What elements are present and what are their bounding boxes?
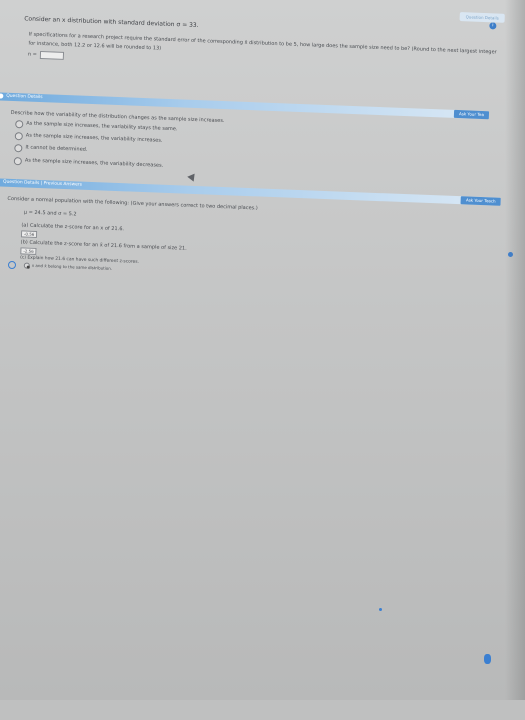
screen-glare-icon <box>8 261 16 269</box>
webassign-page: Question Details i Consider an x distrib… <box>0 0 525 720</box>
photo-background: Question Details i Consider an x distrib… <box>0 0 525 700</box>
question-status-icon <box>0 93 3 98</box>
q6-option-0[interactable]: As the sample size increases, the variab… <box>26 120 177 132</box>
q7-stem: Consider a normal population with the fo… <box>7 196 258 212</box>
q6-title[interactable]: Question Details <box>6 94 42 100</box>
ask-your-teacher-button[interactable]: Ask Your Tea <box>454 110 489 119</box>
q7-part-c-option[interactable]: x and x̄ belong to the same distribution… <box>32 263 112 271</box>
q7-part-a-input[interactable]: -0.56 <box>21 230 38 238</box>
q1-stem: Consider an x distribution with standard… <box>24 15 199 29</box>
q6-option-3[interactable]: As the sample size increases, the variab… <box>25 157 164 168</box>
question-details-tab[interactable]: Question Details <box>460 12 505 23</box>
q7-params: μ = 24.5 and σ = 5.2 <box>24 209 77 217</box>
q6-option-1[interactable]: As the sample size increases, the variab… <box>26 132 163 143</box>
screen-glare-icon <box>379 608 382 611</box>
q6-option-2-radio[interactable] <box>14 144 22 152</box>
q6-option-2[interactable]: It cannot be determined. <box>25 144 87 152</box>
q1-answer-label: n = <box>28 51 37 57</box>
ask-your-teacher-button[interactable]: Ask Your Teach <box>461 196 501 206</box>
q7-part-b-input[interactable]: -2.56 <box>20 247 37 255</box>
q7-part-c-radio[interactable] <box>24 262 30 268</box>
q6-option-3-radio[interactable] <box>14 157 22 165</box>
q6-option-0-radio[interactable] <box>15 120 23 128</box>
info-icon[interactable]: i <box>489 22 496 29</box>
q1-answer-input[interactable] <box>40 51 64 60</box>
mouse-cursor-icon <box>187 174 197 184</box>
screen-edge-shadow <box>505 0 525 700</box>
screen-glare-icon <box>484 654 491 664</box>
q6-option-1-radio[interactable] <box>15 132 23 140</box>
q7-title[interactable]: Question Details | Previous Answers <box>3 180 82 188</box>
q7-part-b: (b) Calculate the z-score for an x̄ of 2… <box>21 239 187 251</box>
q1-note: for instance, both 12.2 or 12.6 will be … <box>28 41 161 52</box>
